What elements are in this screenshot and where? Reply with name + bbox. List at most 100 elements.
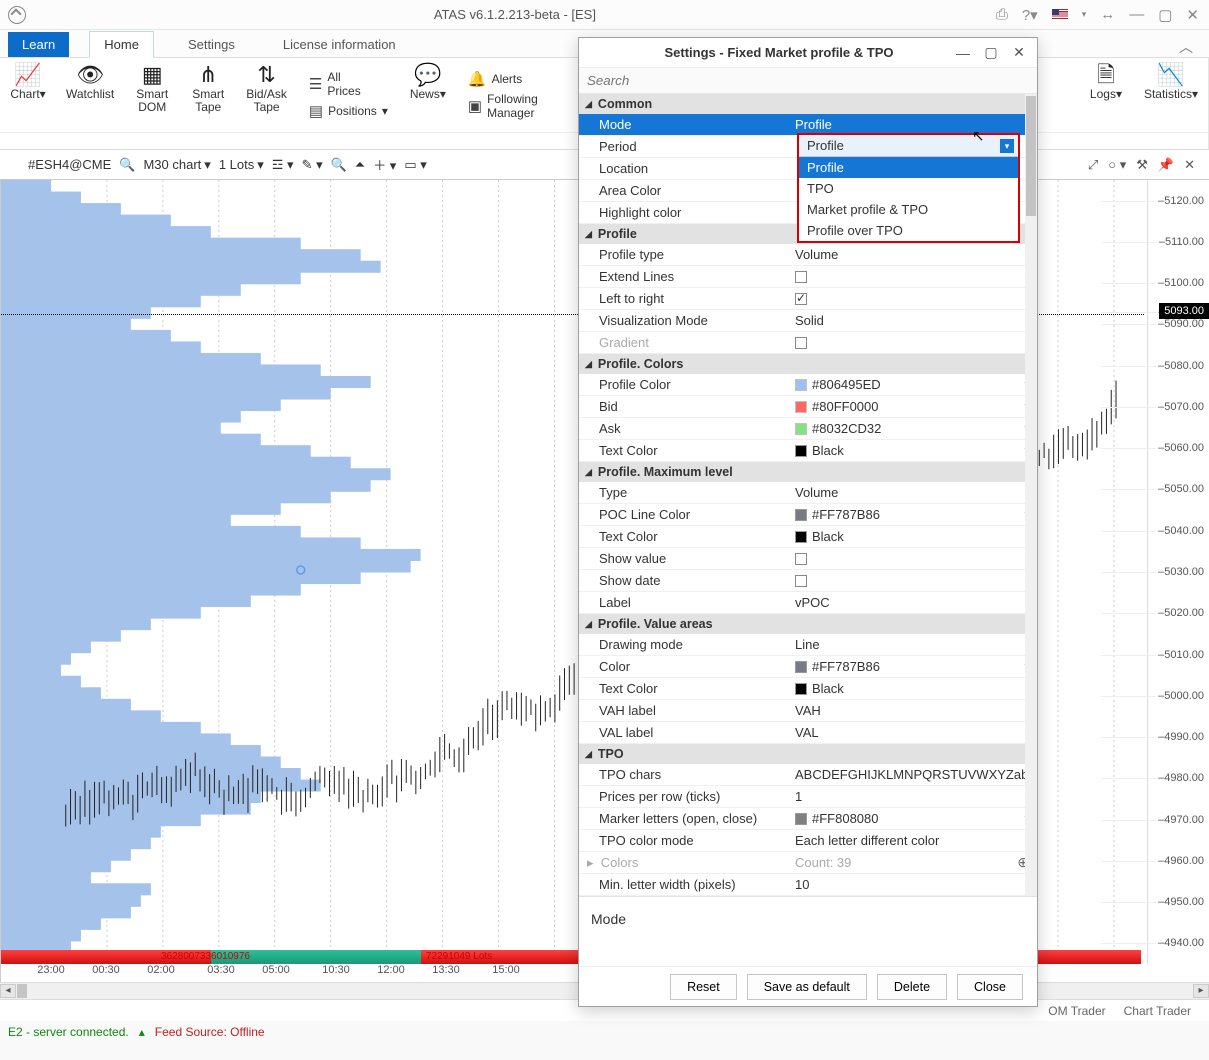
row-prices-per-row[interactable]: Prices per row (ticks)1 [579, 786, 1037, 808]
template-icon[interactable]: ▭ ▾ [404, 157, 426, 173]
mouse-cursor-icon: ↖ [972, 127, 985, 145]
status-bar: E2 - server connected. ▴ Feed Source: Of… [0, 1021, 1209, 1043]
row-extend-lines[interactable]: Extend Lines [579, 266, 1037, 288]
tab-license[interactable]: License information [269, 32, 410, 57]
pen-icon[interactable]: ✎ ▾ [302, 157, 323, 173]
timeframe-selector[interactable]: M30 chart ▾ [143, 157, 210, 173]
dropdown-header[interactable]: Profile▾ [799, 135, 1018, 157]
row-label[interactable]: LabelvPOC [579, 592, 1037, 614]
screenshot-icon[interactable]: ⎙ [996, 6, 1008, 23]
dropdown-option-market-profile-tpo[interactable]: Market profile & TPO [799, 199, 1018, 220]
chart-close-icon[interactable]: ✕ [1184, 157, 1195, 173]
row-min-letter-width[interactable]: Min. letter width (pixels)10 [579, 874, 1037, 896]
tab-chart-trader[interactable]: Chart Trader [1124, 1004, 1191, 1018]
row-tpo-chars[interactable]: TPO charsABCDEFGHIJKLMNPQRSTUVWXYZabc [579, 764, 1037, 786]
layers-icon[interactable]: ☲ ▾ [272, 157, 294, 173]
logs-button[interactable]: 🗎Logs▾ [1078, 58, 1134, 132]
alerts-button[interactable]: 🔔Alerts [460, 68, 546, 90]
detach-icon[interactable]: ↔ [1100, 6, 1115, 23]
section-profile-va[interactable]: ◢Profile. Value areas [579, 614, 1037, 634]
dialog-close-button[interactable]: ✕ [1005, 44, 1033, 61]
crosshair-icon[interactable]: ＋ ▾ [373, 155, 396, 174]
volume-label-right: 72291049 Lots [426, 951, 492, 962]
close-button[interactable]: ✕ [1186, 6, 1199, 24]
bidask-icon: ⇅ [257, 64, 275, 86]
zoom-icon[interactable]: 🔍 [331, 157, 347, 173]
row-va-color[interactable]: Color#FF787B86▾ [579, 656, 1037, 678]
following-manager-button[interactable]: ▣Following Manager [460, 90, 546, 122]
bidask-tape-button[interactable]: ⇅Bid/Ask Tape [236, 58, 297, 132]
row-ask-color[interactable]: Ask#8032CD32▾ [579, 418, 1037, 440]
lots-selector[interactable]: 1 Lots ▾ [219, 157, 264, 173]
dialog-minimize-button[interactable]: — [949, 45, 977, 61]
section-profile-colors[interactable]: ◢Profile. Colors [579, 354, 1037, 374]
row-text-color[interactable]: Text ColorBlack▾ [579, 440, 1037, 462]
row-marker-letters[interactable]: Marker letters (open, close)#FF808080▾ [579, 808, 1037, 830]
row-bid-color[interactable]: Bid#80FF0000▾ [579, 396, 1037, 418]
row-colors[interactable]: ▸ ColorsCount: 39⊕ [579, 852, 1037, 874]
fullscreen-icon[interactable]: ⤢ [1088, 157, 1098, 173]
reset-button[interactable]: Reset [670, 974, 737, 1000]
chevron-down-icon[interactable]: ▾ [1000, 139, 1014, 153]
statistics-button[interactable]: 📉Statistics▾ [1134, 58, 1208, 132]
row-va-text-color[interactable]: Text ColorBlack [579, 678, 1037, 700]
positions-button[interactable]: ▤Positions ▾ [301, 100, 396, 122]
scroll-thumb[interactable] [17, 984, 27, 998]
help-icon[interactable]: ?▾ [1022, 6, 1038, 24]
indicator-icon[interactable]: ⏶ [355, 157, 365, 173]
row-val-label[interactable]: VAL labelVAL [579, 722, 1037, 744]
row-visualization-mode[interactable]: Visualization ModeSolid [579, 310, 1037, 332]
tab-settings[interactable]: Settings [174, 32, 249, 57]
row-poc-color[interactable]: POC Line Color#FF787B86▾ [579, 504, 1037, 526]
collapse-ribbon-icon[interactable]: ︿ [1179, 37, 1209, 57]
tab-om-trader[interactable]: OM Trader [1048, 1004, 1105, 1018]
section-tpo[interactable]: ◢TPO [579, 744, 1037, 764]
tab-home[interactable]: Home [89, 31, 154, 58]
minimize-button[interactable]: — [1129, 6, 1144, 23]
delete-button[interactable]: Delete [877, 974, 947, 1000]
row-show-value[interactable]: Show value [579, 548, 1037, 570]
save-default-button[interactable]: Save as default [747, 974, 867, 1000]
instrument-selector[interactable]: #ESH4@CME [28, 157, 111, 172]
news-button[interactable]: 💬News▾ [400, 58, 456, 132]
dropdown-option-tpo[interactable]: TPO [799, 178, 1018, 199]
all-prices-button[interactable]: ☰All Prices [301, 68, 396, 100]
dialog-search-input[interactable] [579, 68, 1037, 93]
stats-icon: 📉 [1157, 64, 1184, 86]
row-max-type[interactable]: TypeVolume [579, 482, 1037, 504]
scroll-left-icon[interactable]: ◂ [0, 984, 16, 998]
smart-dom-button[interactable]: ▦Smart DOM [124, 58, 180, 132]
dialog-scrollbar[interactable] [1025, 94, 1037, 896]
section-profile-max[interactable]: ◢Profile. Maximum level [579, 462, 1037, 482]
row-tpo-color-mode[interactable]: TPO color modeEach letter different colo… [579, 830, 1037, 852]
row-profile-type[interactable]: Profile typeVolume [579, 244, 1037, 266]
language-flag-icon[interactable] [1052, 9, 1068, 20]
row-profile-color[interactable]: Profile Color#806495ED▾ [579, 374, 1037, 396]
circle-tool-icon[interactable]: ○ ▾ [1108, 157, 1126, 173]
maximize-button[interactable]: ▢ [1158, 6, 1172, 24]
scroll-right-icon[interactable]: ▸ [1193, 984, 1209, 998]
price-axis[interactable]: –5120.00–5110.00–5100.00–5093.00–5090.00… [1147, 180, 1209, 964]
bell-icon: 🔔 [468, 70, 487, 88]
smart-tape-button[interactable]: ⋔Smart Tape [180, 58, 236, 132]
row-va-drawmode[interactable]: Drawing modeLine [579, 634, 1037, 656]
dropdown-option-profile-over-tpo[interactable]: Profile over TPO [799, 220, 1018, 241]
pin-icon[interactable]: 📌 [1158, 157, 1174, 173]
log-icon: 🗎 [1097, 64, 1115, 86]
search-icon[interactable]: 🔍 [119, 157, 135, 173]
row-show-date[interactable]: Show date [579, 570, 1037, 592]
row-max-text-color[interactable]: Text ColorBlack [579, 526, 1037, 548]
dialog-maximize-button[interactable]: ▢ [977, 44, 1005, 61]
chart-button[interactable]: 📈Chart▾ [0, 58, 56, 132]
dropdown-option-profile[interactable]: Profile [799, 157, 1018, 178]
row-left-to-right[interactable]: Left to right [579, 288, 1037, 310]
server-status: E2 - server connected. [8, 1025, 129, 1039]
tools-icon[interactable]: ⚒ [1136, 157, 1148, 173]
close-dialog-button[interactable]: Close [957, 974, 1023, 1000]
watchlist-button[interactable]: 👁Watchlist [56, 58, 124, 132]
section-common[interactable]: ◢Common [579, 94, 1037, 114]
row-gradient[interactable]: Gradient [579, 332, 1037, 354]
tab-learn[interactable]: Learn [8, 32, 69, 57]
row-vah-label[interactable]: VAH labelVAH [579, 700, 1037, 722]
eye-icon: 👁 [76, 64, 104, 86]
